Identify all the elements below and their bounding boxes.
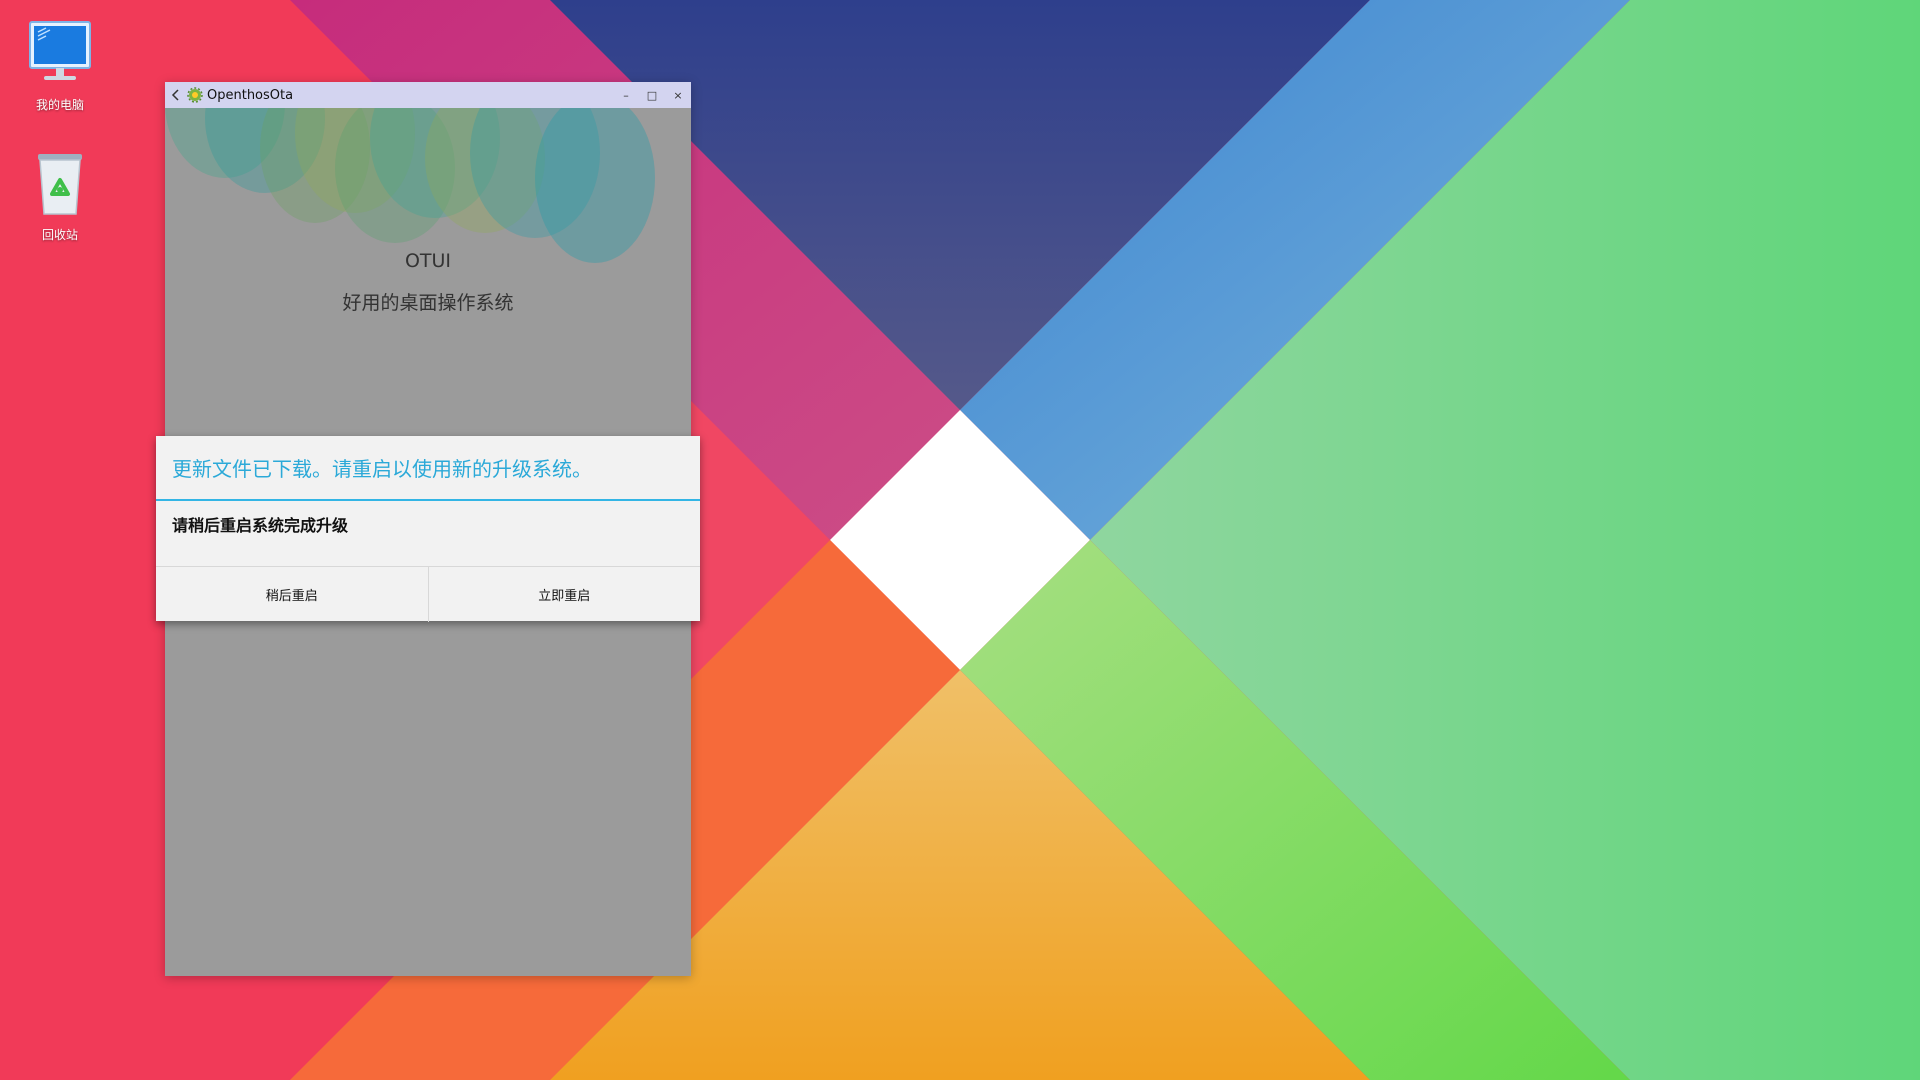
dialog-title: 更新文件已下载。请重启以使用新的升级系统。 — [172, 457, 592, 481]
restart-later-button[interactable]: 稍后重启 — [156, 567, 428, 622]
app-gear-icon — [187, 87, 203, 103]
back-arrow-icon[interactable] — [165, 82, 187, 108]
desktop-icon-recycle-bin[interactable]: 回收站 — [10, 150, 110, 243]
dialog-title-divider — [156, 499, 700, 501]
desktop-icon-my-computer[interactable]: 我的电脑 — [10, 20, 110, 113]
computer-monitor-icon — [26, 20, 94, 88]
desktop-icon-label: 我的电脑 — [35, 98, 84, 112]
desktop: 我的电脑 回收站 OpenthosOta – □ × OTUI 好用的桌面操作系… — [0, 0, 1920, 1080]
dialog-message: 请稍后重启系统完成升级 — [172, 516, 349, 535]
window-title: OpenthosOta — [207, 87, 294, 103]
restart-dialog: 更新文件已下载。请重启以使用新的升级系统。 请稍后重启系统完成升级 稍后重启 立… — [156, 436, 700, 622]
maximize-button[interactable]: □ — [639, 82, 665, 108]
brand-title: OTUI — [404, 250, 452, 272]
dialog-button-bar: 稍后重启 立即重启 — [156, 566, 700, 622]
recycle-bin-icon — [26, 150, 94, 218]
desktop-icon-label: 回收站 — [41, 228, 78, 242]
window-titlebar[interactable]: OpenthosOta – □ × — [165, 82, 691, 108]
restart-now-button[interactable]: 立即重启 — [427, 567, 701, 622]
close-button[interactable]: × — [665, 82, 691, 108]
splash-circles-decoration — [165, 108, 655, 263]
minimize-button[interactable]: – — [613, 82, 639, 108]
brand-subtitle: 好用的桌面操作系统 — [342, 292, 514, 314]
